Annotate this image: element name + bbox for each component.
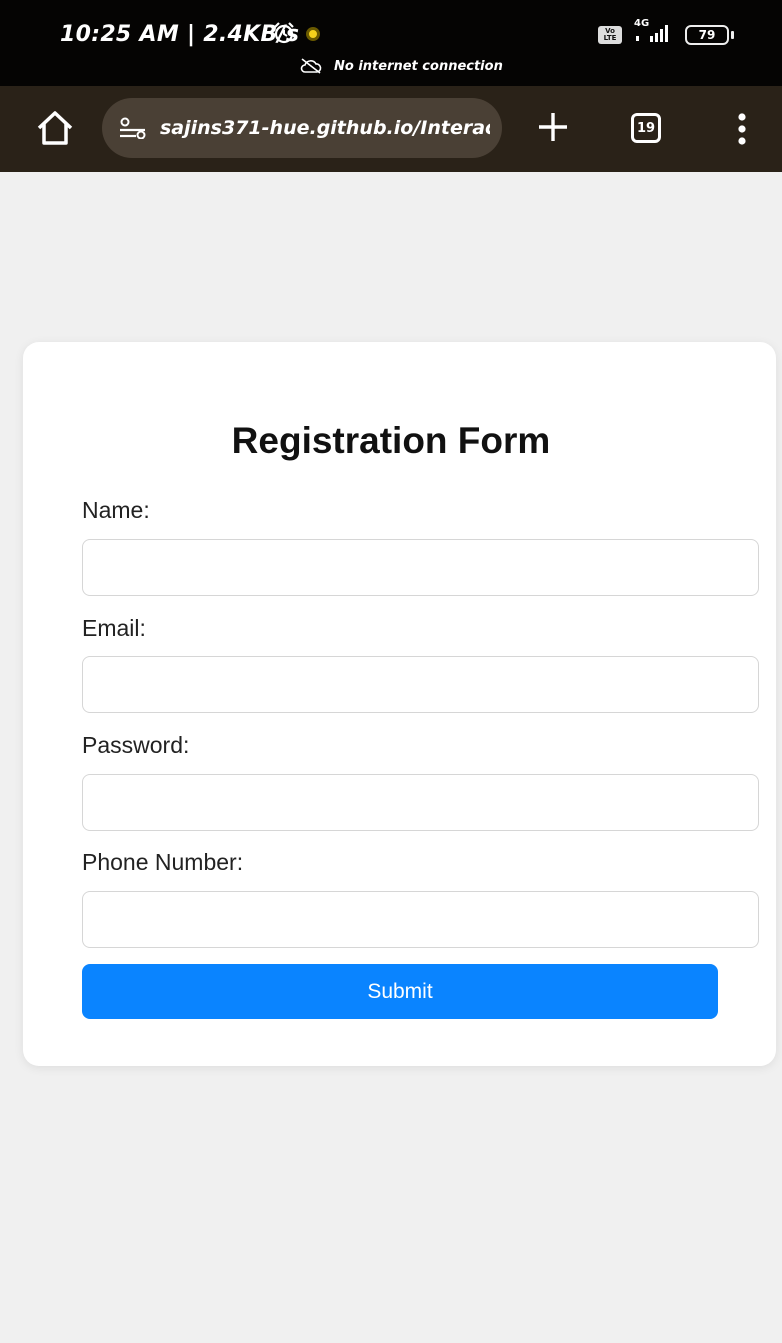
battery-level: 79 bbox=[698, 28, 716, 42]
volte-icon: Vo LTE bbox=[598, 26, 622, 44]
network-status: No internet connection bbox=[300, 58, 503, 74]
email-label: Email: bbox=[82, 615, 146, 641]
notification-dot-icon bbox=[306, 27, 320, 41]
volte-label-bottom: LTE bbox=[603, 34, 617, 42]
network-message: No internet connection bbox=[334, 58, 503, 74]
email-input[interactable] bbox=[82, 656, 759, 713]
password-input[interactable] bbox=[82, 774, 759, 831]
tab-switcher-button[interactable]: 19 bbox=[631, 113, 661, 143]
battery-icon: 79 bbox=[685, 25, 729, 45]
form-title: Registration Form bbox=[231, 420, 551, 461]
tab-count-label: 19 bbox=[636, 120, 656, 136]
phone-number-input[interactable] bbox=[82, 891, 759, 948]
more-menu-icon[interactable] bbox=[737, 112, 747, 146]
url-text[interactable]: sajins371-hue.github.io/Interactive bbox=[160, 117, 490, 139]
name-label: Name: bbox=[82, 497, 150, 523]
name-input[interactable] bbox=[82, 539, 759, 596]
alarm-clock-icon bbox=[274, 22, 294, 44]
signal-strength-icon bbox=[636, 25, 668, 42]
battery-tip bbox=[731, 31, 734, 39]
submit-button[interactable]: Submit bbox=[82, 964, 718, 1019]
home-icon[interactable] bbox=[34, 108, 76, 148]
phone-screen: 10:25 AM | 2.4KB/s No internet connectio… bbox=[0, 0, 782, 1343]
cloud-off-icon bbox=[300, 58, 322, 74]
new-tab-plus-icon[interactable] bbox=[536, 110, 570, 144]
status-bar: 10:25 AM | 2.4KB/s No internet connectio… bbox=[0, 0, 782, 86]
address-bar[interactable]: sajins371-hue.github.io/Interactive bbox=[102, 98, 502, 158]
phone-number-label: Phone Number: bbox=[82, 849, 244, 875]
status-time-speed: 10:25 AM | 2.4KB/s bbox=[60, 22, 300, 47]
password-label: Password: bbox=[82, 732, 190, 758]
site-settings-icon[interactable] bbox=[118, 117, 148, 139]
